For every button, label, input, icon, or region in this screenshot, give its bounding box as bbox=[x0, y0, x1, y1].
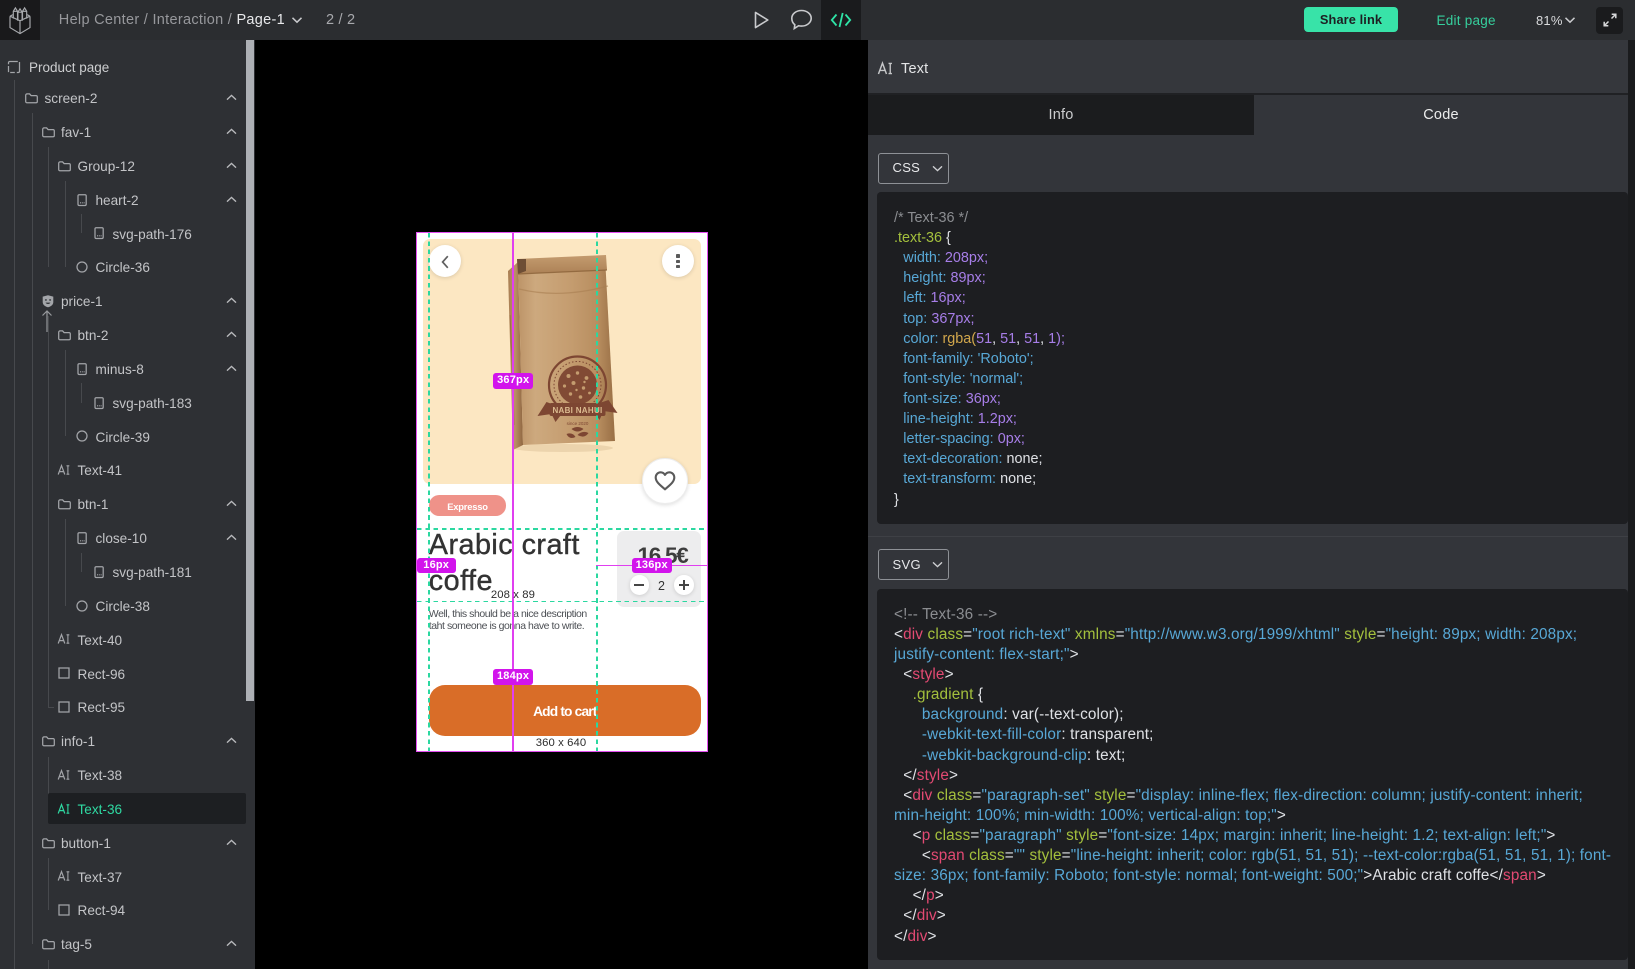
svg-text:NABI NAHUI: NABI NAHUI bbox=[552, 406, 602, 415]
svg-text:since 2020: since 2020 bbox=[567, 421, 589, 426]
